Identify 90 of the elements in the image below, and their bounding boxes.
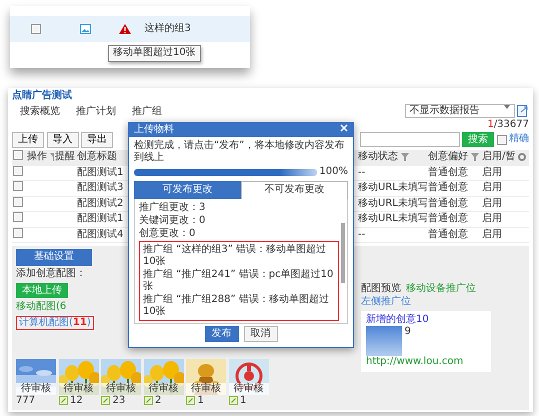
progress-reading: 100%: [319, 166, 348, 178]
table-cell: 普通创意: [427, 196, 481, 212]
checkbox[interactable]: [13, 181, 23, 191]
export-icon[interactable]: [517, 104, 529, 117]
toolbar-button[interactable]: 导出: [81, 132, 113, 148]
count-label: 23: [112, 394, 126, 407]
checkbox[interactable]: [13, 212, 23, 222]
error-line: 推广组 “推广组241” 错误：pc单图超过10张: [143, 268, 334, 292]
table-cell: --: [357, 227, 427, 242]
checkbox[interactable]: [31, 24, 41, 34]
caret-icon: [504, 104, 510, 108]
filter-icon: [470, 153, 478, 162]
image-placeholder: [366, 326, 402, 356]
table-cell: 普通创意: [427, 180, 481, 196]
edit-icon[interactable]: [144, 396, 152, 406]
close-icon[interactable]: [340, 124, 348, 132]
table-cell: 启用: [481, 165, 529, 180]
page-counter: 1/33677: [487, 119, 529, 132]
dialog-title: 上传物料: [134, 124, 174, 136]
message-text: 检测完成，请点击“发布”，将本地修改内容发布到线上: [134, 140, 346, 164]
edit-icon[interactable]: [58, 396, 68, 406]
report-select[interactable]: 不显示数据报告: [404, 104, 514, 118]
table-cell: 普通创意: [427, 227, 481, 242]
status-label: 待审核: [58, 382, 98, 394]
nav-tab[interactable]: 搜索概览: [12, 102, 68, 119]
group-name: 这样的组3: [144, 22, 191, 36]
ad-title: 新增的创意10: [366, 314, 430, 326]
table-cell: 启用: [481, 180, 529, 196]
column-header: 操作: [27, 151, 47, 164]
status-label: 待审核: [228, 382, 268, 394]
dialog-tab[interactable]: 可发布更改: [134, 180, 241, 198]
count-label: 1: [240, 394, 246, 407]
table-cell: --: [357, 165, 427, 180]
count-label: 12: [70, 394, 83, 407]
table-cell: 普通创意: [427, 165, 481, 180]
toolbar-button[interactable]: 导入: [46, 132, 78, 148]
count-label: 9: [404, 326, 411, 339]
column-header: 创意标题: [77, 151, 117, 164]
status-label: 待审核: [101, 382, 141, 394]
summary-line: 推广组更改：3: [139, 202, 206, 214]
section-label: 配图预览: [361, 283, 401, 296]
table-cell: 启用: [481, 212, 529, 227]
url-text: http://www.lou.com: [366, 356, 464, 368]
panel-tab[interactable]: 基础设置: [16, 249, 92, 266]
table-cell: 启用: [481, 227, 529, 242]
app-title: 点睛广告测试: [12, 90, 73, 102]
dialog-button[interactable]: 发布: [204, 326, 238, 342]
status-label: 待审核: [186, 382, 226, 394]
toolbar-button[interactable]: 上传: [12, 132, 44, 148]
summary-line: 创意更改：0: [139, 228, 196, 240]
nav-tab[interactable]: 推广计划: [68, 102, 124, 119]
table-cell: 普通创意: [427, 212, 481, 227]
edit-icon[interactable]: [186, 396, 195, 406]
status-label: 待审核: [144, 382, 184, 394]
count-label: 2: [155, 394, 162, 407]
error-line: 推广组 “推广组288” 错误：移动单图超过10张: [143, 294, 330, 318]
table-cell: 移动URL未填写: [357, 196, 427, 212]
column-header: 创意偏好: [428, 151, 468, 164]
column-header: 启用/暂: [482, 151, 516, 164]
count-label: 777: [16, 394, 36, 407]
table-cell: 启用: [481, 196, 529, 212]
table-cell: 移动URL未填写: [357, 180, 427, 196]
checkbox[interactable]: [13, 166, 23, 176]
table-cell: 移动URL未填写: [357, 212, 427, 227]
nav-tab[interactable]: 推广组: [124, 102, 170, 119]
checkbox[interactable]: [13, 228, 23, 238]
scrollbar[interactable]: [341, 222, 345, 282]
status-label: 待审核: [16, 382, 56, 394]
checkbox[interactable]: [13, 150, 23, 160]
link[interactable]: 左侧推广位: [361, 296, 411, 308]
checkbox[interactable]: [496, 134, 506, 144]
tooltip: 移动单图超过10张: [108, 45, 201, 62]
dialog-tab[interactable]: 不可发布更改: [241, 180, 348, 198]
gear-icon: [518, 153, 526, 162]
select-value: 不显示数据报告: [410, 104, 480, 117]
search-field[interactable]: [360, 132, 460, 147]
checkbox[interactable]: [13, 196, 23, 206]
edit-icon[interactable]: [101, 396, 110, 406]
filter-icon: [400, 153, 408, 162]
error-line: 推广组 “这样的组3” 错误：移动单图超过10张: [143, 244, 328, 268]
dialog-button[interactable]: 取消: [244, 326, 278, 342]
column-header: 提醒: [55, 151, 75, 164]
checkbox-label: 精确: [509, 133, 529, 146]
column-header: 移动状态: [358, 151, 398, 164]
count-label: 1: [198, 394, 204, 407]
field-label: 添加创意配图：: [16, 268, 86, 280]
edit-icon[interactable]: [228, 396, 238, 406]
summary-line: 关键词更改：0: [139, 214, 206, 226]
image-icon: [80, 24, 90, 34]
link[interactable]: 计算机配图(11): [16, 316, 94, 330]
